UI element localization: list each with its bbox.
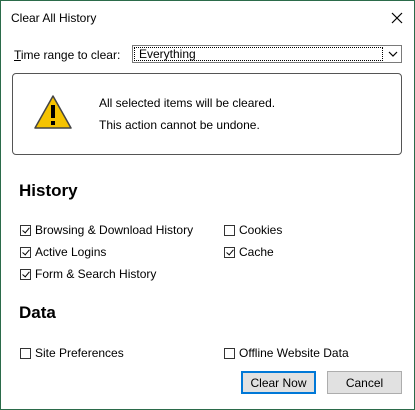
time-range-select[interactable]: Everything bbox=[132, 45, 402, 63]
cancel-button[interactable]: Cancel bbox=[327, 371, 402, 394]
checkbox-box[interactable] bbox=[20, 347, 31, 359]
checkbox-box[interactable] bbox=[224, 246, 235, 258]
checkbox-label: Cookies bbox=[239, 223, 283, 237]
checkbox-box[interactable] bbox=[20, 246, 31, 258]
checkbox-label: Active Logins bbox=[35, 245, 107, 259]
checkbox-box[interactable] bbox=[224, 347, 235, 359]
clear-history-dialog: Clear All History Time range to clear: E… bbox=[0, 0, 415, 410]
chevron-down-icon bbox=[386, 47, 400, 61]
time-range-label: Time range to clear: bbox=[14, 48, 121, 62]
checkbox-form-search-history[interactable]: Form & Search History bbox=[20, 267, 156, 281]
checkbox-box[interactable] bbox=[20, 224, 31, 236]
checkbox-label: Browsing & Download History bbox=[35, 223, 194, 237]
dialog-title: Clear All History bbox=[11, 11, 97, 25]
checkbox-box[interactable] bbox=[20, 268, 31, 280]
checkbox-label: Form & Search History bbox=[35, 267, 157, 281]
checkbox-label: Offline Website Data bbox=[239, 346, 349, 360]
time-range-value: Everything bbox=[134, 47, 383, 61]
warning-box: All selected items will be cleared. This… bbox=[12, 73, 402, 155]
close-icon[interactable] bbox=[389, 10, 405, 26]
history-heading: History bbox=[19, 181, 78, 200]
checkbox-label: Site Preferences bbox=[35, 346, 124, 360]
checkbox-cache[interactable]: Cache bbox=[224, 245, 274, 259]
warning-line-2: This action cannot be undone. bbox=[99, 118, 260, 132]
checkbox-site-preferences[interactable]: Site Preferences bbox=[20, 346, 124, 360]
data-heading: Data bbox=[19, 303, 56, 322]
checkbox-cookies[interactable]: Cookies bbox=[224, 223, 282, 237]
warning-line-1: All selected items will be cleared. bbox=[99, 96, 276, 110]
clear-now-button[interactable]: Clear Now bbox=[241, 371, 316, 394]
checkbox-box[interactable] bbox=[224, 224, 235, 236]
warning-icon bbox=[34, 95, 72, 129]
checkbox-active-logins[interactable]: Active Logins bbox=[20, 245, 106, 259]
checkbox-browsing-history[interactable]: Browsing & Download History bbox=[20, 223, 193, 237]
checkbox-label: Cache bbox=[239, 245, 274, 259]
checkbox-offline-website-data[interactable]: Offline Website Data bbox=[224, 346, 349, 360]
